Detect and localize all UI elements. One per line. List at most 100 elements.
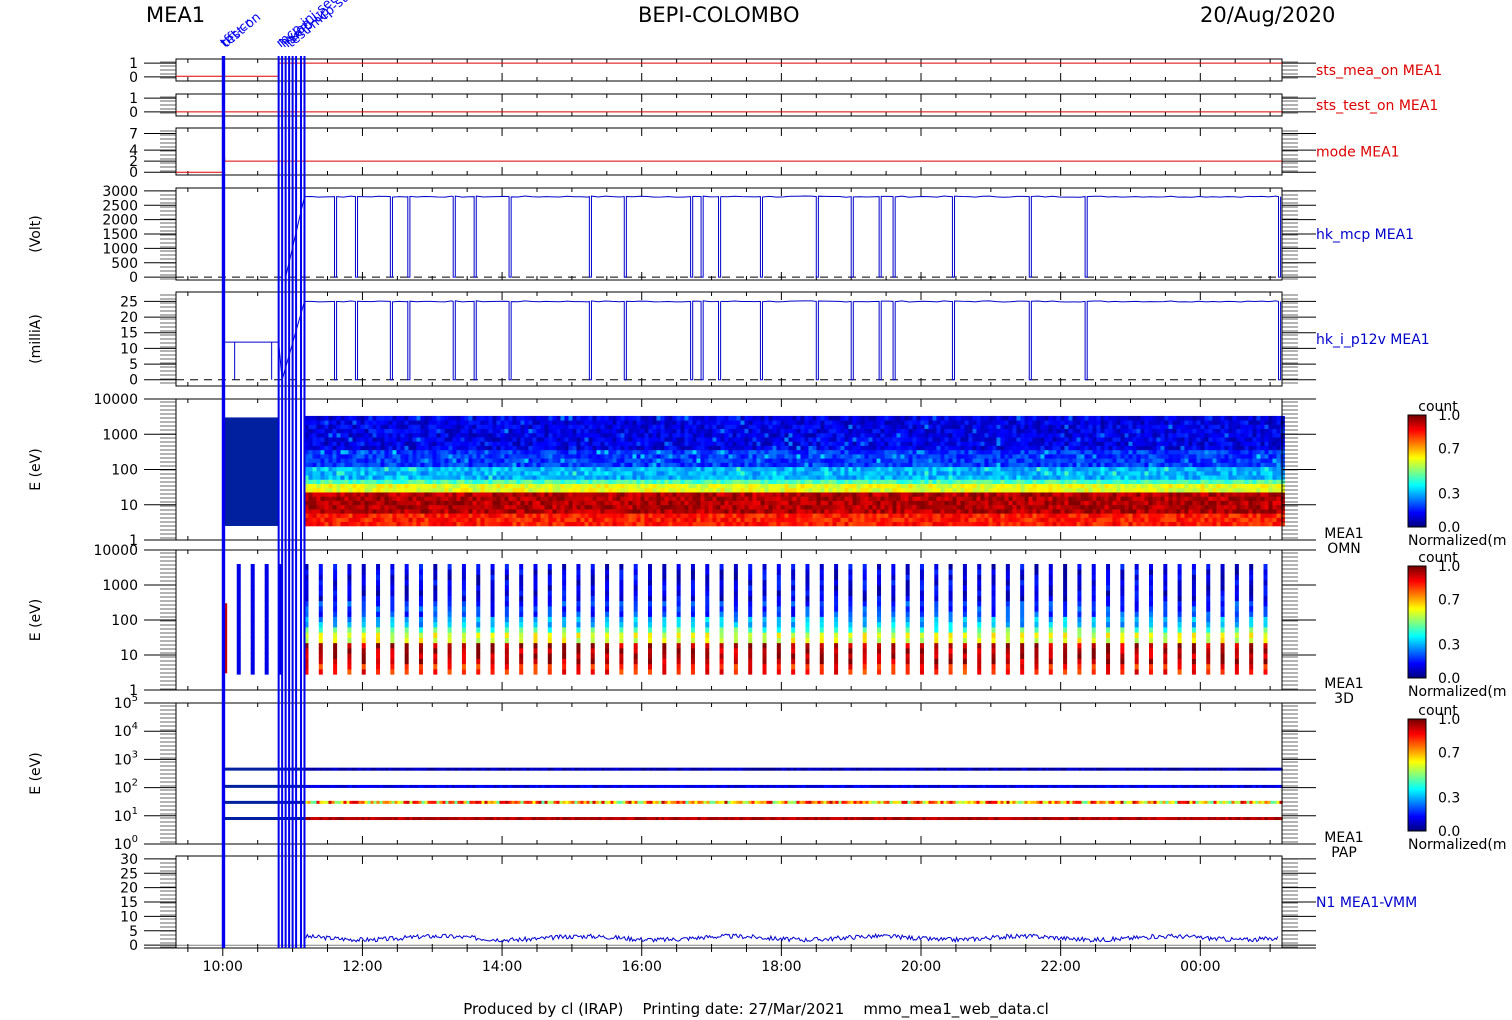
omn-cell [732, 479, 737, 484]
omn-cell [856, 492, 861, 497]
omn-cell [436, 470, 441, 476]
omn-cell [452, 492, 457, 497]
omn-cell [324, 462, 329, 468]
omn-cell [476, 449, 481, 455]
omn-cell [880, 466, 885, 472]
omn-cell [544, 449, 549, 455]
omn-cell [400, 470, 405, 476]
omn-cell [708, 470, 713, 476]
omn-cell [924, 483, 929, 489]
omn-cell [848, 500, 853, 506]
omn-cell [544, 517, 549, 523]
omn-cell [356, 437, 361, 442]
omn-cell [708, 487, 713, 493]
omn-cell [976, 517, 981, 523]
omn-cell [844, 521, 849, 527]
omn-cell [656, 483, 661, 489]
omn-cell [776, 445, 781, 451]
omn-cell [828, 513, 833, 518]
omn-cell [692, 458, 697, 463]
omn-cell [492, 479, 497, 484]
omn-cell [340, 453, 345, 459]
omn-cell [712, 445, 717, 451]
omn-cell [612, 487, 617, 493]
omn-cell [812, 470, 817, 476]
omn-cell [592, 420, 597, 425]
omn-cell [416, 521, 421, 527]
omn-cell [856, 441, 861, 446]
omn-cell [908, 487, 913, 493]
omn-cell [456, 508, 461, 514]
omn-cell [784, 496, 789, 501]
omn-cell [692, 453, 697, 459]
omn-cell [544, 445, 549, 451]
omn-cell [744, 496, 749, 501]
omn-cell [892, 437, 897, 442]
omn-cell [376, 445, 381, 451]
omn-cell [624, 420, 629, 425]
omn-cell [928, 496, 933, 501]
omn-cell [736, 445, 741, 451]
omn-cell [560, 437, 565, 442]
omn-cell [424, 500, 429, 506]
omn-cell [600, 462, 605, 468]
omn-cell [508, 504, 513, 510]
omn-cell [924, 453, 929, 459]
omn-cell [804, 521, 809, 527]
omn-cell [612, 500, 617, 506]
omn-cell [576, 513, 581, 518]
omn-cell [984, 462, 989, 468]
omn-cell [448, 445, 453, 451]
omn-cell [564, 449, 569, 455]
omn-cell [776, 470, 781, 476]
omn-cell [972, 500, 977, 506]
omn-cell [636, 466, 641, 472]
omn-cell [544, 441, 549, 446]
omn-cell [364, 437, 369, 442]
omn-cell [904, 441, 909, 446]
omn-cell [860, 437, 865, 442]
omn-cell [756, 496, 761, 501]
omn-cell [560, 441, 565, 446]
omn-cell [460, 496, 465, 501]
omn-cell [460, 487, 465, 493]
omn-cell [408, 466, 413, 472]
omn-cell [840, 441, 845, 446]
omn-cell [804, 479, 809, 484]
omn-cell [780, 420, 785, 425]
omn-cell [356, 462, 361, 468]
omn-cell [868, 470, 873, 476]
omn-cell [448, 453, 453, 459]
omn-cell [512, 453, 517, 459]
omn-cell [428, 500, 433, 506]
omn-cell [552, 428, 557, 434]
omn-cell [760, 470, 765, 476]
omn-cell [344, 521, 349, 527]
omn-cell [960, 517, 965, 523]
omn-cell [748, 492, 753, 497]
omn-cell [504, 470, 509, 476]
omn-cell [600, 470, 605, 476]
omn-cell [584, 428, 589, 434]
omn-cell [480, 513, 485, 518]
omn-cell [896, 458, 901, 463]
omn-cell [312, 521, 317, 527]
omn-cell [504, 445, 509, 451]
omn-cell [572, 496, 577, 501]
omn-cell [336, 508, 341, 514]
omn-cell [352, 458, 357, 463]
omn-cell [700, 428, 705, 434]
omn-cell [404, 496, 409, 501]
omn-cell [592, 475, 597, 480]
omn-cell [688, 441, 693, 446]
omn-cell [632, 517, 637, 523]
multi-panel-plot: 01 sts_mea_on MEA101 sts_test_on MEA10247m… [28, 0, 1507, 975]
omn-cell [716, 492, 721, 497]
omn-cell [376, 437, 381, 442]
omn-cell [864, 415, 869, 421]
omn-cell [752, 504, 757, 510]
omn-cell [744, 437, 749, 442]
omn-cell [880, 420, 885, 425]
omn-cell [376, 415, 381, 421]
omn-cell [424, 462, 429, 468]
